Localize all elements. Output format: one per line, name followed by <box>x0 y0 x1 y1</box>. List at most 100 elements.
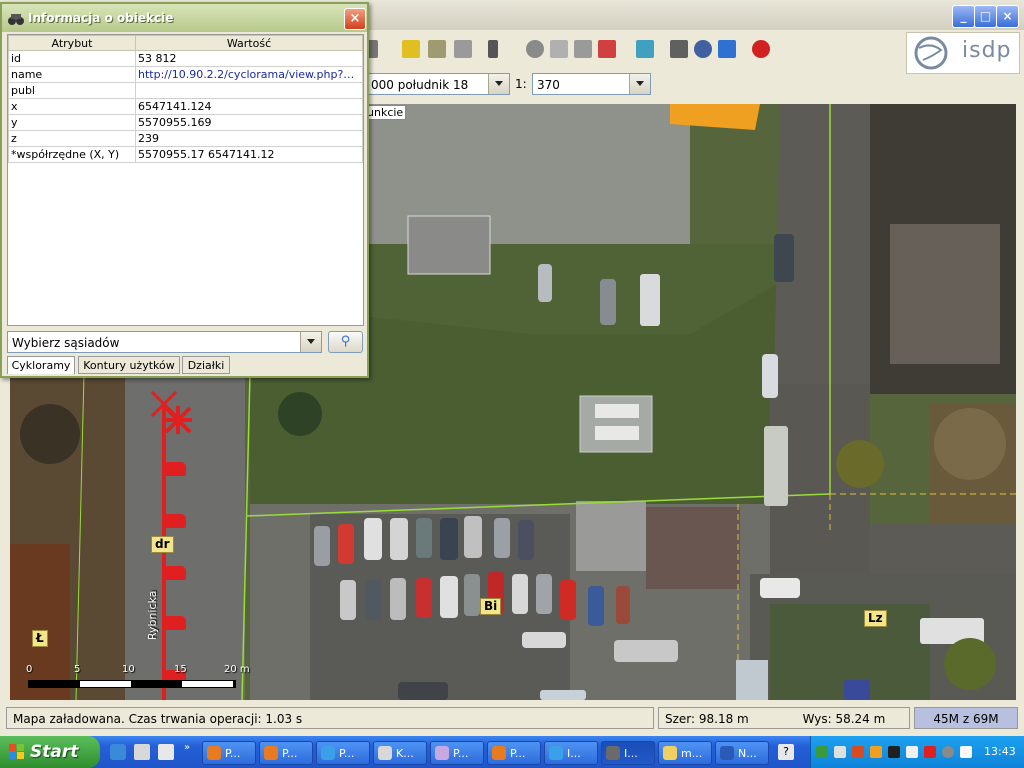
task-button[interactable]: P... <box>259 741 313 765</box>
tray-app-icon[interactable] <box>816 746 828 758</box>
map-label-lz: Lz <box>864 610 887 627</box>
help-icon[interactable]: ? <box>778 744 794 760</box>
task-label: K... <box>396 747 414 760</box>
scale-tick: 5 <box>74 664 81 675</box>
network-icon[interactable] <box>942 746 954 758</box>
windows-logo-icon <box>9 744 25 760</box>
table-row[interactable]: x 6547141.124 <box>8 98 363 115</box>
zoom-icon[interactable] <box>694 40 712 58</box>
value-cell: 5570955.17 6547141.12 <box>135 146 363 163</box>
task-button[interactable]: P... <box>487 741 541 765</box>
scale-tick: 0 <box>26 664 33 675</box>
antivirus-icon[interactable] <box>924 746 936 758</box>
attribute-table: Atrybut Wartość id 53 812 name http://10.9… <box>7 34 364 326</box>
status-width: Szer: 98.18 m <box>665 712 749 726</box>
status-dimensions: Szer: 98.18 m Wys: 58.24 m <box>658 707 910 729</box>
task-button[interactable]: P... <box>316 741 370 765</box>
maximize-button[interactable]: □ <box>974 5 997 28</box>
task-button[interactable]: I... <box>544 741 598 765</box>
scale-tick: 20 m <box>224 664 250 675</box>
tab-kontury-uzytkow[interactable]: Kontury użytków <box>78 356 180 374</box>
scale-tick: 15 <box>174 664 187 675</box>
firefox-icon <box>492 746 506 760</box>
quicklaunch-expand-icon[interactable]: » <box>184 742 190 753</box>
minimize-button[interactable]: _ <box>952 5 975 28</box>
column-header-value[interactable]: Wartość <box>135 35 363 51</box>
task-button[interactable]: N... <box>715 741 769 765</box>
link-icon: ⚲ <box>340 334 351 349</box>
table-row[interactable]: z 239 <box>8 130 363 147</box>
cyclorama-selected-icon[interactable] <box>164 406 192 434</box>
layers-icon[interactable] <box>428 40 446 58</box>
chevron-down-icon[interactable] <box>629 74 650 94</box>
projection-select[interactable]: 000 południk 18 <box>366 73 510 95</box>
tray-app-icon[interactable] <box>870 746 882 758</box>
ie-quicklaunch-icon[interactable] <box>110 744 126 760</box>
java-icon[interactable] <box>852 746 864 758</box>
task-button[interactable]: K... <box>373 741 427 765</box>
table-row[interactable]: publ <box>8 82 363 99</box>
column-header-attribute[interactable]: Atrybut <box>8 35 136 51</box>
pan-tool-icon[interactable] <box>368 40 378 58</box>
chevron-down-icon[interactable] <box>300 332 321 352</box>
table-row[interactable]: *współrzędne (X, Y) 5570955.17 6547141.12 <box>8 146 363 163</box>
neighbors-select[interactable]: Wybierz sąsiadów <box>7 331 322 353</box>
pointer-icon[interactable] <box>488 40 498 58</box>
terrain-icon[interactable] <box>454 40 472 58</box>
popup-title: Informacja o obiekcie <box>28 11 174 25</box>
scale-select[interactable]: 370 <box>532 73 651 95</box>
task-button[interactable]: m... <box>658 741 712 765</box>
table-row[interactable]: id 53 812 <box>8 50 363 67</box>
map-label-l: Ł <box>32 630 48 647</box>
app-icon <box>435 746 449 760</box>
scale-value: 370 <box>537 78 560 92</box>
notepad-quicklaunch-icon[interactable] <box>158 744 174 760</box>
tab-cykloramy[interactable]: Cykloramy <box>7 356 75 374</box>
tab-dzialki[interactable]: Działki <box>182 356 230 374</box>
cyclorama-marker-icon[interactable] <box>162 514 186 528</box>
info-icon[interactable] <box>526 40 544 58</box>
table-row[interactable]: y 5570955.169 <box>8 114 363 131</box>
task-label: P... <box>282 747 298 760</box>
map-label-bi: Bi <box>480 598 502 615</box>
table-row[interactable]: name http://10.90.2.2/cyclorama/view.php?… <box>8 66 363 83</box>
attr-cell: id <box>8 50 136 67</box>
attr-cell: name <box>8 66 136 83</box>
task-button[interactable]: P... <box>430 741 484 765</box>
tray-app-icon[interactable] <box>888 746 900 758</box>
task-label: P... <box>510 747 526 760</box>
task-label: N... <box>738 747 757 760</box>
popup-close-button[interactable]: × <box>344 8 366 30</box>
calculator-quicklaunch-icon[interactable] <box>134 744 150 760</box>
tray-app-icon[interactable] <box>906 746 918 758</box>
value-cell: 239 <box>135 130 363 147</box>
select-layer-icon[interactable] <box>402 40 420 58</box>
tray-app-icon[interactable] <box>834 746 846 758</box>
binoculars-icon <box>8 14 24 25</box>
stop-icon[interactable] <box>752 40 770 58</box>
value-link[interactable]: http://10.90.2.2/cyclorama/view.php?FILE… <box>135 66 363 83</box>
layer-tooltip: unkcie <box>364 105 407 120</box>
app-icon <box>378 746 392 760</box>
measure-icon[interactable] <box>550 40 568 58</box>
grid-icon[interactable] <box>670 40 688 58</box>
clock[interactable]: 13:43 <box>984 745 1016 758</box>
cloud-icon[interactable] <box>636 40 654 58</box>
volume-icon[interactable] <box>960 746 972 758</box>
task-button[interactable]: P... <box>202 741 256 765</box>
ie-icon <box>549 746 563 760</box>
filter-edit-icon[interactable] <box>598 40 616 58</box>
memory-indicator[interactable]: 45M z 69M <box>914 707 1018 729</box>
print-icon[interactable] <box>718 40 736 58</box>
cyclorama-marker-icon[interactable] <box>162 566 186 580</box>
map-toolbar <box>366 36 906 64</box>
task-button-active[interactable]: I... <box>601 741 655 765</box>
attr-cell: publ <box>8 82 136 99</box>
filter-icon[interactable] <box>574 40 592 58</box>
cyclorama-marker-icon[interactable] <box>162 462 186 476</box>
close-button[interactable]: × <box>996 5 1019 28</box>
link-button[interactable]: ⚲ <box>328 331 363 353</box>
chevron-down-icon[interactable] <box>488 74 509 94</box>
cyclorama-marker-icon[interactable] <box>162 616 186 630</box>
value-cell: 6547141.124 <box>135 98 363 115</box>
